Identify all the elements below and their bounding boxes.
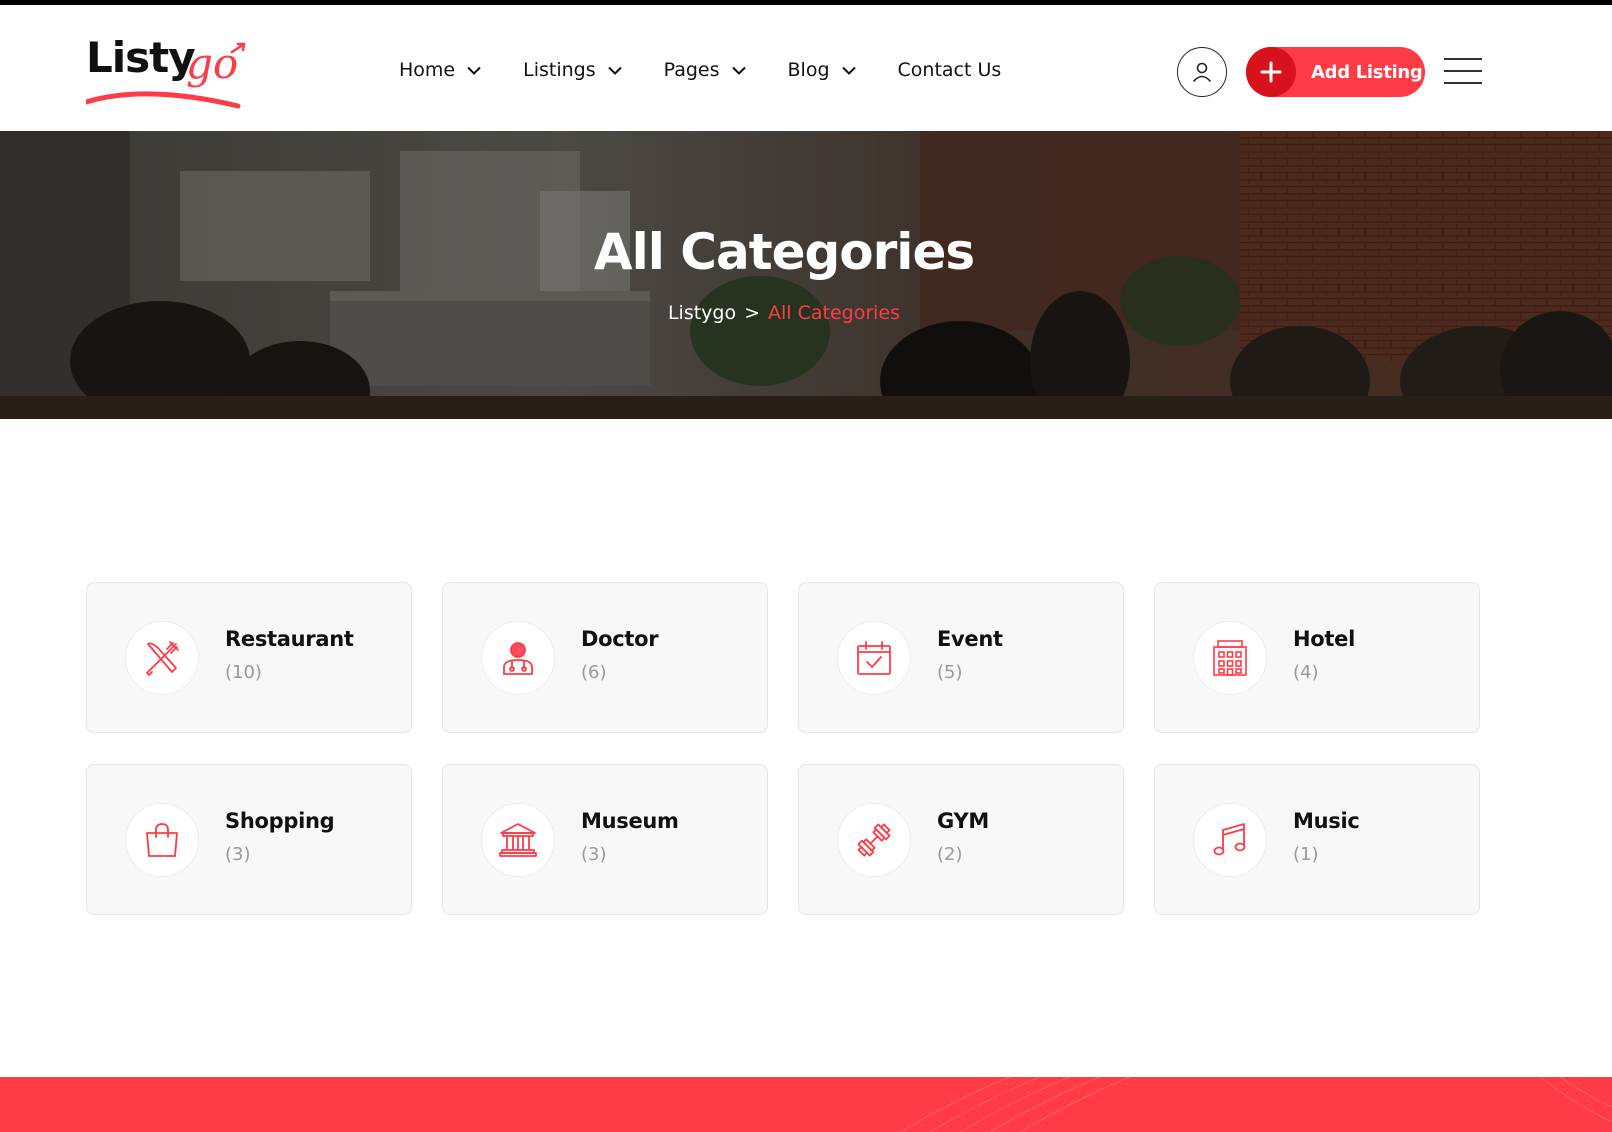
breadcrumb: Listygo > All Categories — [0, 301, 1568, 325]
category-name: Doctor — [581, 627, 659, 651]
category-count: (10) — [225, 662, 262, 683]
category-card-music[interactable]: Music (1) — [1154, 764, 1480, 915]
chevron-down-icon — [607, 66, 622, 75]
music-note-icon — [1213, 823, 1246, 856]
category-icon-circle — [1193, 803, 1267, 877]
category-icon-circle — [125, 621, 199, 695]
category-name: Hotel — [1293, 627, 1355, 651]
logo-swoosh-icon: go — [86, 39, 246, 109]
site-logo[interactable]: Listy go — [86, 32, 256, 112]
category-icon-circle — [1193, 621, 1267, 695]
category-name: Restaurant — [225, 627, 354, 651]
category-icon-circle — [837, 803, 911, 877]
category-count: (4) — [1293, 662, 1319, 683]
dumbbell-icon — [857, 823, 891, 857]
category-count: (3) — [225, 844, 251, 865]
category-card-hotel[interactable]: Hotel (4) — [1154, 582, 1480, 733]
nav-item-contact-us[interactable]: Contact Us — [898, 58, 1002, 82]
category-count: (5) — [937, 662, 963, 683]
chevron-down-icon — [731, 66, 746, 75]
logo-script: go — [186, 39, 238, 88]
category-card-doctor[interactable]: Doctor (6) — [442, 582, 768, 733]
museum-icon — [499, 823, 537, 857]
nav-label: Listings — [523, 59, 596, 81]
nav-item-listings[interactable]: Listings — [523, 58, 622, 82]
hamburger-icon — [1444, 58, 1482, 60]
hotel-icon — [1213, 640, 1247, 676]
site-header: Listy go Home Listings Pages Blog Contac… — [0, 5, 1612, 131]
category-card-gym[interactable]: GYM (2) — [798, 764, 1124, 915]
category-icon-circle — [125, 803, 199, 877]
hamburger-menu-button[interactable] — [1444, 58, 1482, 86]
chevron-down-icon — [841, 66, 856, 75]
category-name: GYM — [937, 809, 989, 833]
calendar-check-icon — [857, 641, 891, 675]
category-count: (3) — [581, 844, 607, 865]
shopping-bag-icon — [146, 823, 178, 857]
category-card-museum[interactable]: Museum (3) — [442, 764, 768, 915]
category-icon-circle — [481, 803, 555, 877]
category-name: Museum — [581, 809, 679, 833]
breadcrumb-home-link[interactable]: Listygo — [668, 302, 736, 324]
nav-item-pages[interactable]: Pages — [664, 58, 746, 82]
category-count: (2) — [937, 844, 963, 865]
chevron-down-icon — [467, 66, 481, 75]
category-card-restaurant[interactable]: Restaurant (10) — [86, 582, 412, 733]
breadcrumb-current: All Categories — [768, 302, 901, 324]
page-title: All Categories — [593, 223, 975, 281]
footer-pattern-decoration — [899, 1077, 1612, 1132]
category-grid: Restaurant (10) Doctor (6) Event (5) Hot… — [86, 582, 1482, 916]
nav-label: Blog — [787, 59, 830, 81]
user-account-button[interactable] — [1177, 47, 1227, 97]
plus-icon — [1246, 47, 1296, 97]
footer-band — [0, 1077, 1612, 1132]
breadcrumb-separator: > — [744, 302, 761, 324]
main-nav: Home Listings Pages Blog Contact Us — [399, 50, 1043, 90]
add-listing-button[interactable]: Add Listing — [1246, 47, 1425, 97]
nav-label: Home — [399, 59, 456, 81]
add-listing-label: Add Listing — [1311, 61, 1423, 83]
doctor-icon — [503, 642, 533, 675]
user-icon — [1192, 62, 1212, 83]
category-card-event[interactable]: Event (5) — [798, 582, 1124, 733]
nav-label: Contact Us — [897, 59, 1002, 81]
nav-item-blog[interactable]: Blog — [788, 58, 856, 82]
category-count: (6) — [581, 662, 607, 683]
page-hero: All Categories Listygo > All Categories — [0, 131, 1612, 419]
category-name: Shopping — [225, 809, 335, 833]
nav-label: Pages — [663, 59, 720, 81]
fork-knife-icon — [146, 641, 179, 676]
category-icon-circle — [481, 621, 555, 695]
category-count: (1) — [1293, 844, 1319, 865]
nav-item-home[interactable]: Home — [399, 58, 481, 82]
category-icon-circle — [837, 621, 911, 695]
category-name: Event — [937, 627, 1003, 651]
category-card-shopping[interactable]: Shopping (3) — [86, 764, 412, 915]
category-name: Music — [1293, 809, 1360, 833]
